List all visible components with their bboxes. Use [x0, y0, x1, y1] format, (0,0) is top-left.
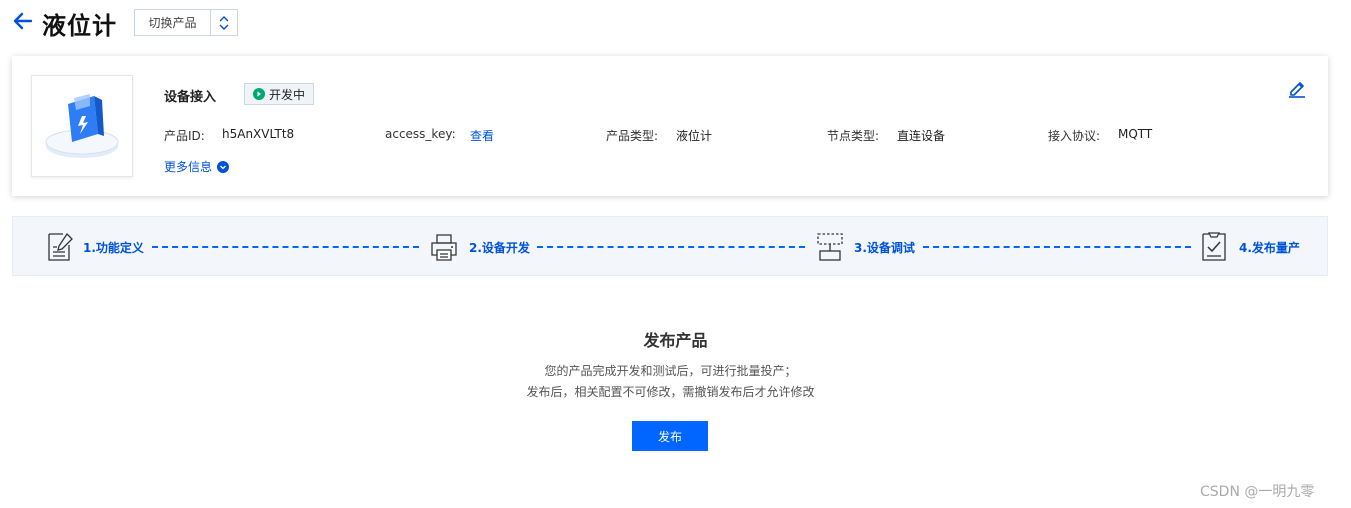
step-1-label[interactable]: 1.功能定义: [83, 239, 144, 256]
release-description-line-1: 您的产品完成开发和测试后，可进行批量投产；: [544, 364, 797, 378]
field-access-key: access_key: 查看: [385, 127, 494, 143]
chevron-updown-icon: [211, 10, 237, 35]
status-badge: 开发中: [244, 83, 315, 105]
field-access-key-key: access_key:: [385, 127, 456, 141]
more-info-toggle[interactable]: 更多信息: [164, 158, 230, 175]
checklist-icon: [1199, 231, 1229, 263]
debug-device-icon: [815, 231, 845, 263]
field-product-id-key: 产品ID:: [164, 129, 205, 143]
play-icon: [253, 88, 265, 100]
field-protocol-value: MQTT: [1118, 127, 1153, 141]
field-product-type-key: 产品类型:: [606, 129, 659, 143]
field-protocol-key: 接入协议:: [1048, 129, 1101, 143]
page-title: 液位计: [42, 12, 117, 40]
step-connector-1: [152, 246, 419, 248]
release-title: 发布产品: [643, 331, 708, 350]
arrow-left-icon[interactable]: [12, 10, 34, 32]
release-description-line-2: 发布后，相关配置不可修改，需撤销发布后才允许修改: [526, 385, 815, 399]
field-node-type-value: 直连设备: [897, 129, 946, 143]
switch-product-dropdown[interactable]: 切换产品: [134, 9, 238, 36]
watermark: CSDN @一明九零: [1200, 484, 1315, 500]
field-product-type-value: 液位计: [676, 129, 713, 143]
publish-button[interactable]: 发布: [632, 421, 708, 451]
step-connector-3: [923, 246, 1191, 248]
field-node-type: 节点类型: 直连设备: [827, 127, 945, 144]
product-info-card: 设备接入 开发中 产品ID: h5AnXVLTt8 access_key: 查看…: [12, 56, 1328, 196]
status-text: 开发中: [269, 87, 306, 102]
step-2-label[interactable]: 2.设备开发: [469, 239, 530, 256]
field-product-type: 产品类型: 液位计: [606, 127, 712, 144]
field-protocol: 接入协议: MQTT: [1048, 127, 1152, 144]
progress-steps: 1.功能定义 2.设备开发 3.设备调试 4.发布量产: [12, 216, 1328, 276]
step-connector-2: [537, 246, 805, 248]
more-info-label: 更多信息: [164, 160, 213, 174]
step-4-label[interactable]: 4.发布量产: [1239, 239, 1300, 256]
field-node-type-key: 节点类型:: [827, 129, 880, 143]
field-product-id: 产品ID: h5AnXVLTt8: [164, 127, 294, 144]
section-title: 设备接入: [164, 90, 217, 105]
switch-product-label: 切换产品: [135, 10, 211, 35]
step-3-label[interactable]: 3.设备调试: [854, 239, 915, 256]
edit-document-icon: [45, 231, 75, 263]
printer-icon: [429, 231, 459, 263]
view-access-key-link[interactable]: 查看: [470, 127, 494, 144]
page-header: 液位计 切换产品: [0, 0, 1351, 46]
field-product-id-value: h5AnXVLTt8: [222, 127, 295, 141]
chevron-down-icon: [217, 160, 230, 173]
product-image: [31, 75, 133, 177]
pencil-icon[interactable]: [1287, 78, 1307, 98]
